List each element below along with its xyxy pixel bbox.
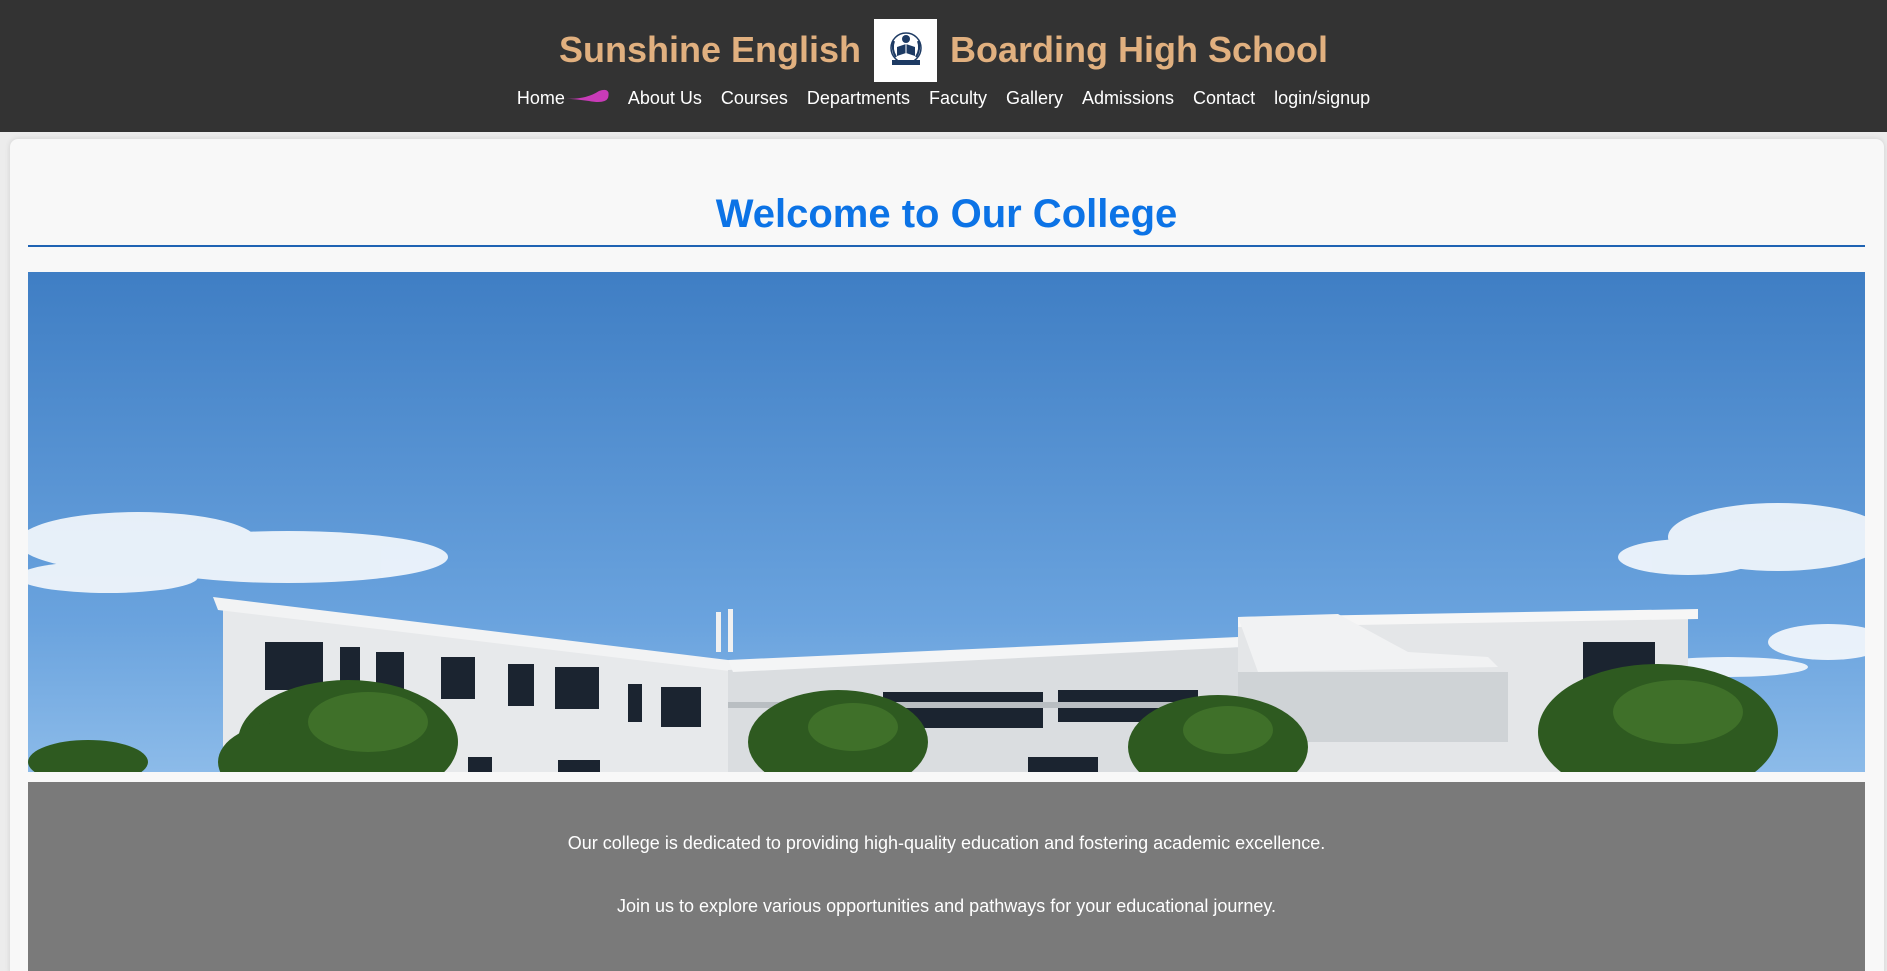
- nav-item-label: Home: [516, 88, 565, 108]
- nav-item-home[interactable]: Home: [517, 86, 609, 110]
- site-header: Sunshine English Boarding High School Ho…: [0, 0, 1887, 132]
- site-title-right: Boarding High School: [950, 29, 1328, 70]
- main-nav: Home About Us Courses Departments Facult…: [0, 86, 1887, 110]
- active-indicator-icon: [558, 89, 609, 102]
- brand: Sunshine English Boarding High School: [0, 18, 1887, 82]
- title-divider: [28, 245, 1865, 247]
- site-title-left: Sunshine English: [558, 29, 862, 70]
- intro-section: Our college is dedicated to providing hi…: [28, 782, 1865, 971]
- nav-item-admissions[interactable]: Admissions: [1082, 86, 1174, 110]
- school-crest-icon[interactable]: [874, 18, 938, 82]
- hero-image: [28, 272, 1865, 772]
- intro-paragraph: Join us to explore various opportunities…: [616, 896, 1277, 916]
- nav-item-courses[interactable]: Courses: [721, 86, 788, 110]
- nav-item-faculty[interactable]: Faculty: [929, 86, 987, 110]
- nav-item-contact[interactable]: Contact: [1193, 86, 1255, 110]
- page-title: Welcome to Our College: [715, 192, 1178, 236]
- nav-item-about-us[interactable]: About Us: [628, 86, 702, 110]
- nav-item-login-signup[interactable]: login/signup: [1274, 86, 1370, 110]
- nav-item-departments[interactable]: Departments: [807, 86, 910, 110]
- nav-item-gallery[interactable]: Gallery: [1006, 86, 1063, 110]
- intro-paragraph: Our college is dedicated to providing hi…: [567, 833, 1326, 853]
